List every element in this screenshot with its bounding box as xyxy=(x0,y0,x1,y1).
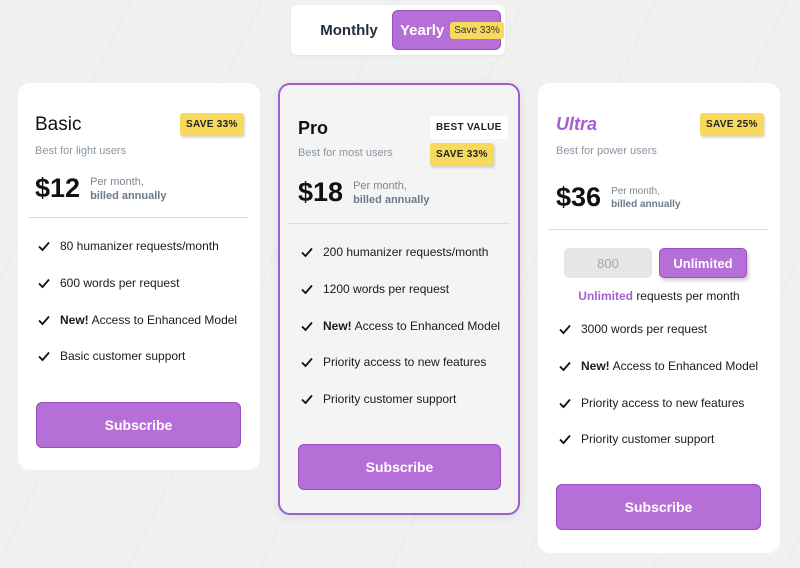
check-icon xyxy=(38,352,50,362)
check-icon xyxy=(301,358,313,368)
feature-item: 80 humanizer requests/month xyxy=(37,228,237,265)
price: $12 xyxy=(35,173,81,203)
requests-800-option[interactable]: 800 xyxy=(564,248,652,278)
check-icon xyxy=(301,248,313,258)
check-icon xyxy=(38,278,50,289)
requests-unlimited-option[interactable]: Unlimited xyxy=(659,248,747,278)
price-note: Per month, billed annually xyxy=(611,185,680,211)
price-period: Per month, xyxy=(353,179,407,192)
feature-text: Priority access to new features xyxy=(323,355,487,370)
plan-subtitle: Best for power users xyxy=(556,145,657,157)
billing-note: billed annually xyxy=(90,189,167,202)
yearly-save-badge: Save 33% xyxy=(450,21,504,39)
feature-item: New! Access to Enhanced Model xyxy=(300,307,500,344)
feature-text: 80 humanizer requests/month xyxy=(60,239,219,254)
feature-text: 600 words per request xyxy=(60,276,180,291)
feature-text: 3000 words per request xyxy=(581,322,708,337)
subscribe-button-pro[interactable]: Subscribe xyxy=(298,444,501,490)
plan-card-pro: Pro BEST VALUE SAVE 33% Best for most us… xyxy=(278,83,520,515)
plan-card-ultra: Ultra SAVE 25% Best for power users $36 … xyxy=(538,83,780,553)
plan-name: Ultra xyxy=(556,114,598,134)
feature-text: Priority customer support xyxy=(581,432,715,447)
plan-name: Basic xyxy=(35,114,82,135)
feature-item: 3000 words per request xyxy=(558,311,758,348)
feature-item: New! Access to Enhanced Model xyxy=(37,301,237,338)
feature-list: 200 humanizer requests/month 1200 words … xyxy=(300,234,500,417)
billing-note: billed annually xyxy=(611,198,681,210)
price-period: Per month, xyxy=(90,175,144,188)
price-note: Per month, billed annually xyxy=(353,179,429,207)
feature-list: 3000 words per request New! Access to Enh… xyxy=(558,311,758,458)
requests-summary: Unlimited requests per month xyxy=(538,289,780,303)
feature-item: Basic customer support xyxy=(37,338,237,375)
new-tag: New! xyxy=(323,318,352,333)
price-note: Per month, billed annually xyxy=(90,175,166,203)
feature-text: Priority customer support xyxy=(323,392,457,407)
billing-period-toggle: Monthly Yearly Save 33% xyxy=(291,5,505,55)
check-icon xyxy=(301,284,313,295)
feature-text: Access to Enhanced Model xyxy=(612,359,759,374)
subscribe-button-basic[interactable]: Subscribe xyxy=(36,402,241,448)
save-badge: SAVE 25% xyxy=(700,113,764,136)
check-icon xyxy=(559,435,571,445)
check-icon xyxy=(38,242,50,252)
plan-subtitle: Best for light users xyxy=(35,145,127,157)
plan-name: Pro xyxy=(298,118,329,138)
check-icon xyxy=(38,315,50,326)
price: $18 xyxy=(298,177,344,207)
check-icon xyxy=(301,395,313,405)
monthly-option[interactable]: Monthly xyxy=(301,10,397,50)
best-value-badge: BEST VALUE xyxy=(430,116,508,139)
feature-item: Priority customer support xyxy=(300,381,500,418)
feature-text: Access to Enhanced Model xyxy=(354,318,501,333)
feature-text: Access to Enhanced Model xyxy=(91,312,238,327)
check-icon xyxy=(559,325,571,335)
price-period: Per month, xyxy=(611,185,660,197)
price: $36 xyxy=(556,182,602,212)
feature-text: 200 humanizer requests/month xyxy=(323,245,489,260)
save-badge: SAVE 33% xyxy=(430,143,494,166)
price-row: $36 Per month, billed annually xyxy=(556,182,681,213)
yearly-option[interactable]: Yearly Save 33% xyxy=(392,10,504,50)
divider xyxy=(548,229,768,230)
divider xyxy=(28,217,248,218)
check-icon xyxy=(559,398,571,409)
billing-note: billed annually xyxy=(353,193,430,206)
new-tag: New! xyxy=(60,312,89,327)
requests-selected: Unlimited xyxy=(578,289,633,303)
feature-text: 1200 words per request xyxy=(323,282,450,297)
plan-subtitle: Best for most users xyxy=(298,147,393,159)
feature-item: 1200 words per request xyxy=(300,271,500,308)
plan-card-basic: Basic SAVE 33% Best for light users $12 … xyxy=(18,83,260,470)
save-badge: SAVE 33% xyxy=(180,113,244,136)
subscribe-button-ultra[interactable]: Subscribe xyxy=(556,484,761,530)
check-icon xyxy=(301,321,313,332)
check-icon xyxy=(559,361,571,372)
feature-text: Basic customer support xyxy=(60,349,186,364)
yearly-label: Yearly xyxy=(400,21,445,39)
feature-item: Priority access to new features xyxy=(300,344,500,381)
feature-item: 200 humanizer requests/month xyxy=(300,234,500,271)
divider xyxy=(288,223,510,224)
feature-item: Priority customer support xyxy=(558,421,758,458)
price-row: $18 Per month, billed annually xyxy=(298,177,429,208)
feature-item: 600 words per request xyxy=(37,265,237,302)
new-tag: New! xyxy=(581,359,610,374)
requests-suffix: requests per month xyxy=(636,289,740,303)
feature-item: Priority access to new features xyxy=(558,384,758,421)
feature-list: 80 humanizer requests/month 600 words pe… xyxy=(37,228,237,375)
feature-item: New! Access to Enhanced Model xyxy=(558,348,758,385)
feature-text: Priority access to new features xyxy=(581,395,745,410)
price-row: $12 Per month, billed annually xyxy=(35,173,166,204)
